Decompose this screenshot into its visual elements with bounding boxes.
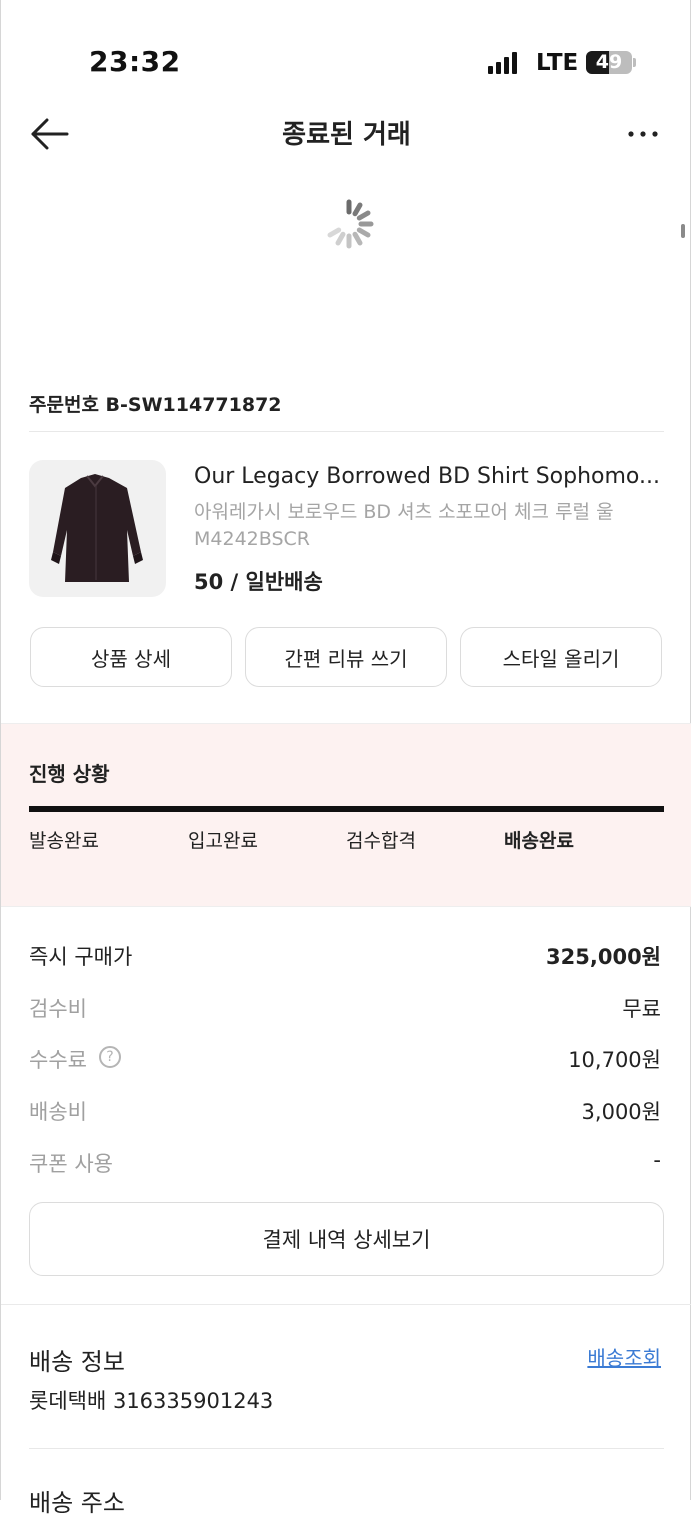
coupon-value: - [653, 1148, 661, 1172]
shirt-image [51, 474, 143, 582]
quick-review-button[interactable]: 간편 리뷰 쓰기 [245, 627, 447, 687]
progress-step-inspected: 검수합격 [346, 830, 416, 852]
battery-level: 49 [595, 51, 623, 73]
inspection-fee-label: 검수비 [29, 997, 87, 1021]
network-type: LTE [536, 50, 579, 76]
product-model: M4242BSCR [194, 528, 310, 550]
shipping-fee-value: 3,000원 [581, 1100, 661, 1124]
commission-label: 수수료 [29, 1048, 87, 1072]
progress-bar-fill [29, 806, 664, 812]
help-circle-icon[interactable]: ? [99, 1046, 121, 1068]
progress-step-shipped: 발송완료 [29, 830, 99, 852]
shipping-address-title: 배송 주소 [29, 1489, 125, 1517]
more-options-button[interactable] [621, 118, 665, 148]
product-image[interactable] [29, 460, 166, 597]
payment-detail-button[interactable]: 결제 내역 상세보기 [29, 1202, 664, 1276]
battery-icon: 49 [586, 51, 632, 74]
shipping-fee-label: 배송비 [29, 1100, 87, 1124]
progress-section [1, 723, 691, 907]
progress-step-received: 입고완료 [188, 830, 258, 852]
instant-price-value: 325,000원 [546, 945, 661, 969]
loading-spinner-icon [321, 196, 377, 252]
divider [29, 1448, 664, 1449]
inspection-fee-value: 무료 [622, 997, 661, 1021]
track-shipment-link[interactable]: 배송조회 [587, 1342, 661, 1371]
progress-bar [29, 806, 664, 812]
post-style-button[interactable]: 스타일 올리기 [460, 627, 662, 687]
status-time: 23:32 [89, 45, 181, 78]
commission-value: 10,700원 [568, 1048, 661, 1072]
coupon-label: 쿠폰 사용 [29, 1152, 113, 1176]
shipping-info-title: 배송 정보 [29, 1348, 125, 1376]
battery-tip [633, 58, 636, 67]
divider [29, 431, 664, 432]
signal-icon [488, 52, 517, 74]
section-divider [1, 1304, 691, 1305]
product-name-ko: 아워레가시 보로우드 BD 셔츠 소포모어 체크 루럴 울 [194, 501, 614, 523]
product-name-en[interactable]: Our Legacy Borrowed BD Shirt Sophomo... [194, 464, 664, 489]
courier-tracking-number: 롯데택배 316335901243 [29, 1389, 274, 1413]
more-horizontal-icon [628, 131, 658, 137]
product-detail-button[interactable]: 상품 상세 [30, 627, 232, 687]
page-title: 종료된 거래 [282, 120, 411, 150]
order-number: 주문번호 B-SW114771872 [29, 394, 282, 416]
instant-price-label: 즉시 구매가 [29, 945, 133, 969]
progress-step-delivered: 배송완료 [504, 830, 574, 852]
product-option: 50 / 일반배송 [194, 570, 323, 594]
scroll-indicator[interactable] [681, 224, 685, 238]
progress-title: 진행 상황 [29, 762, 110, 786]
